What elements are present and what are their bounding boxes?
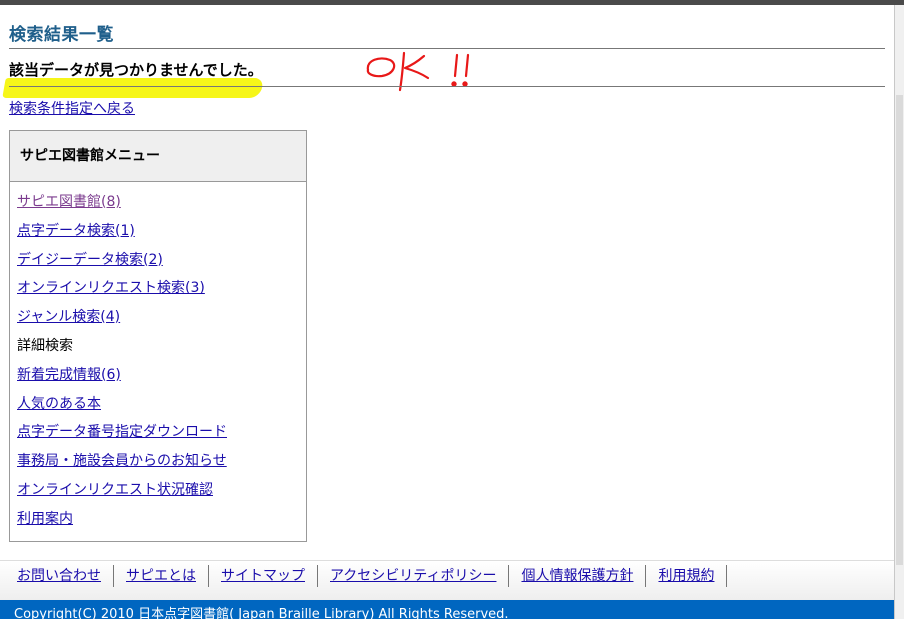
- footer-item: 利用規約: [646, 565, 728, 587]
- menu-item-popular-books[interactable]: 人気のある本: [17, 396, 101, 412]
- menu-item-braille-search[interactable]: 点字データ検索(1): [17, 223, 135, 239]
- footer-item: サピエとは: [114, 565, 209, 587]
- list-item: 点字データ検索(1): [17, 221, 306, 250]
- footer-link-privacy[interactable]: 個人情報保護方針: [521, 568, 633, 584]
- copyright-bar: Copyright(C) 2010 日本点字図書館( Japan Braille…: [0, 600, 894, 619]
- menu-item-announcements[interactable]: 事務局・施設会員からのお知らせ: [17, 453, 227, 469]
- menu-item-new-arrivals[interactable]: 新着完成情報(6): [17, 367, 121, 383]
- list-item: 詳細検索: [17, 336, 306, 365]
- menu-item-advanced-search: 詳細検索: [17, 337, 73, 354]
- footer-item: 個人情報保護方針: [509, 565, 647, 587]
- list-item: サピエ図書館(8): [17, 192, 306, 221]
- highlighter-mark: [2, 78, 264, 98]
- list-item: オンラインリクエスト検索(3): [17, 278, 306, 307]
- list-item: 点字データ番号指定ダウンロード: [17, 422, 306, 451]
- menu-heading: サピエ図書館メニュー: [10, 131, 306, 182]
- footer-link-terms[interactable]: 利用規約: [658, 568, 714, 584]
- list-item: ジャンル検索(4): [17, 307, 306, 336]
- footer-link-about[interactable]: サピエとは: [126, 568, 196, 584]
- footer-item: サイトマップ: [209, 565, 318, 587]
- sapie-menu: サピエ図書館メニュー サピエ図書館(8) 点字データ検索(1) デイジーデータ検…: [9, 130, 307, 542]
- menu-list: サピエ図書館(8) 点字データ検索(1) デイジーデータ検索(2) オンラインリ…: [10, 182, 306, 538]
- page-title: 検索結果一覧: [9, 25, 114, 45]
- list-item: 人気のある本: [17, 394, 306, 423]
- menu-item-genre-search[interactable]: ジャンル検索(4): [17, 309, 120, 325]
- footer-link-sitemap[interactable]: サイトマップ: [221, 568, 305, 584]
- back-to-search-conditions-link[interactable]: 検索条件指定へ戻る: [9, 98, 135, 118]
- window-top-bar: [0, 0, 904, 5]
- footer-item: お問い合わせ: [5, 565, 114, 587]
- menu-item-online-request-search[interactable]: オンラインリクエスト検索(3): [17, 280, 205, 296]
- menu-item-online-request-status[interactable]: オンラインリクエスト状況確認: [17, 482, 213, 498]
- list-item: 利用案内: [17, 509, 306, 538]
- menu-item-usage-guide[interactable]: 利用案内: [17, 511, 73, 527]
- vertical-scrollbar[interactable]: [894, 5, 904, 619]
- menu-item-daisy-search[interactable]: デイジーデータ検索(2): [17, 252, 163, 268]
- menu-item-braille-number-download[interactable]: 点字データ番号指定ダウンロード: [17, 424, 227, 440]
- scrollbar-thumb[interactable]: [896, 95, 903, 565]
- footer-link-accessibility[interactable]: アクセシビリティポリシー: [330, 568, 496, 584]
- list-item: 新着完成情報(6): [17, 365, 306, 394]
- footer-item: アクセシビリティポリシー: [318, 565, 510, 587]
- list-item: デイジーデータ検索(2): [17, 250, 306, 279]
- no-results-message: 該当データが見つかりませんでした。: [9, 61, 263, 79]
- menu-item-sapie-library[interactable]: サピエ図書館(8): [17, 194, 121, 210]
- list-item: オンラインリクエスト状況確認: [17, 480, 306, 509]
- footer-link-contact[interactable]: お問い合わせ: [17, 568, 101, 584]
- list-item: 事務局・施設会員からのお知らせ: [17, 451, 306, 480]
- footer-nav: お問い合わせ サピエとは サイトマップ アクセシビリティポリシー 個人情報保護方…: [0, 560, 894, 601]
- message-divider: [9, 86, 885, 87]
